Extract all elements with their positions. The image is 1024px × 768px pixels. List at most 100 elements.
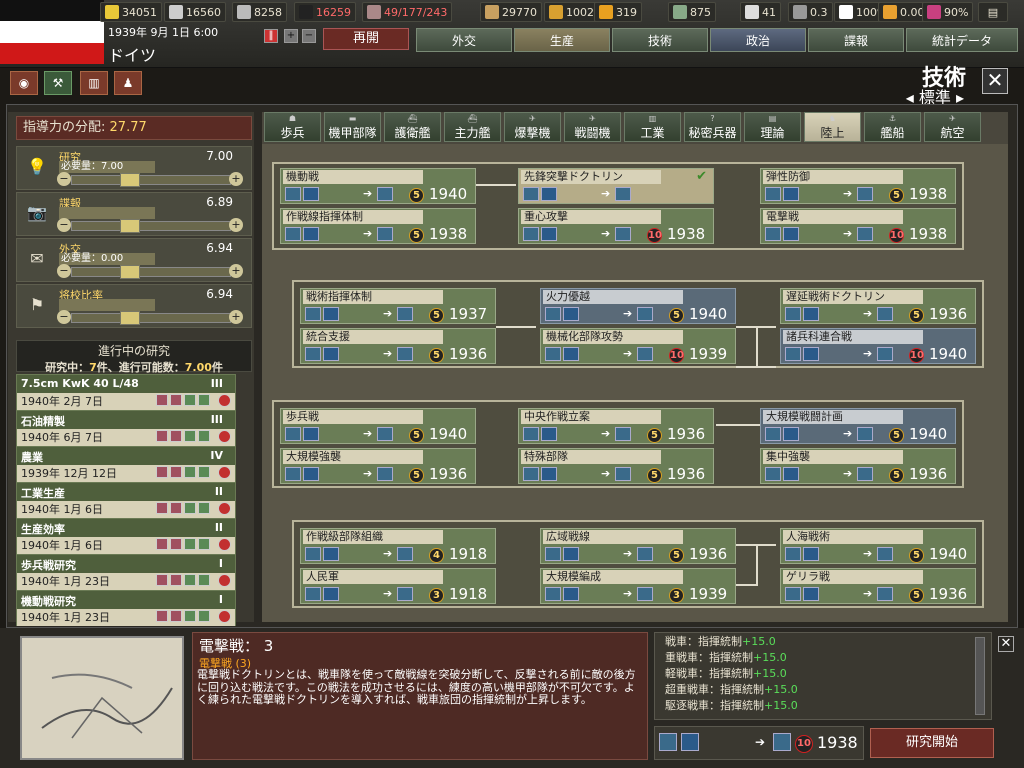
tech-node[interactable]: 先鋒突撃ドクトリン ✔ ➔	[518, 168, 714, 204]
tab-land-doctrine[interactable]: ♞ 陸上	[804, 112, 861, 142]
move-bottom-icon[interactable]	[156, 394, 168, 406]
tech-node[interactable]: 諸兵科連合戦 ➔ 10 1940	[780, 328, 976, 364]
tab-politics[interactable]: 政治	[710, 28, 806, 52]
menu-button[interactable]: ▤	[978, 2, 1008, 22]
move-bottom-icon[interactable]	[156, 610, 168, 622]
move-top-icon[interactable]	[198, 610, 210, 622]
move-down-icon[interactable]	[170, 610, 182, 622]
move-up-icon[interactable]	[184, 574, 196, 586]
effects-scrollbar[interactable]	[975, 637, 985, 715]
tech-node[interactable]: 遅延戦術ドクトリン ➔ 5 1936	[780, 288, 976, 324]
move-top-icon[interactable]	[198, 574, 210, 586]
move-down-icon[interactable]	[170, 394, 182, 406]
decrease-button[interactable]: −	[57, 264, 71, 278]
move-down-icon[interactable]	[170, 466, 182, 478]
tech-node[interactable]: 作戦級部隊組織 ➔ 4 1918	[300, 528, 496, 564]
queue-item[interactable]: 工業生産 II 1940年 1月 6日	[16, 482, 236, 518]
increase-button[interactable]: +	[229, 310, 243, 324]
move-up-icon[interactable]	[184, 466, 196, 478]
tab-production[interactable]: 生産	[514, 28, 610, 52]
decrease-button[interactable]: −	[57, 172, 71, 186]
tech-node[interactable]: 大規模戦闘計画 ➔ 5 1940	[760, 408, 956, 444]
country-flag[interactable]	[0, 0, 104, 64]
tab-infantry[interactable]: ☗ 歩兵	[264, 112, 321, 142]
decrease-button[interactable]: −	[57, 218, 71, 232]
move-top-icon[interactable]	[198, 394, 210, 406]
slider-track[interactable]	[71, 311, 231, 325]
move-bottom-icon[interactable]	[156, 538, 168, 550]
move-down-icon[interactable]	[170, 502, 182, 514]
tab-fighter[interactable]: ✈ 戦闘機	[564, 112, 621, 142]
cancel-icon[interactable]	[218, 394, 231, 407]
move-top-icon[interactable]	[198, 538, 210, 550]
tab-statistics[interactable]: 統計データ	[906, 28, 1018, 52]
slider-knob[interactable]	[120, 265, 140, 279]
move-up-icon[interactable]	[184, 538, 196, 550]
start-research-button[interactable]: 研究開始	[870, 728, 994, 758]
tab-bomber[interactable]: ✈ 爆撃機	[504, 112, 561, 142]
slider-track[interactable]	[71, 219, 231, 233]
slider-knob[interactable]	[120, 173, 140, 187]
radio-button[interactable]: ◉	[10, 71, 38, 95]
units-button[interactable]: ♟	[114, 71, 142, 95]
cancel-icon[interactable]	[218, 538, 231, 551]
queue-item[interactable]: 農業 IV 1939年 12月 12日	[16, 446, 236, 482]
slider-knob[interactable]	[120, 311, 140, 325]
tech-node[interactable]: 火力優越 ➔ 5 1940	[540, 288, 736, 324]
tech-node[interactable]: 弾性防御 ➔ 5 1938	[760, 168, 956, 204]
increase-button[interactable]: +	[229, 172, 243, 186]
move-up-icon[interactable]	[184, 430, 196, 442]
move-down-icon[interactable]	[170, 430, 182, 442]
tech-node[interactable]: 大規模強襲 ➔ 5 1936	[280, 448, 476, 484]
tab-industry[interactable]: ▥ 工業	[624, 112, 681, 142]
queue-item[interactable]: 機動戦研究 I 1940年 1月 23日	[16, 590, 236, 626]
cancel-icon[interactable]	[218, 610, 231, 623]
tech-node[interactable]: 統合支援 ➔ 5 1936	[300, 328, 496, 364]
increase-button[interactable]: +	[229, 218, 243, 232]
move-bottom-icon[interactable]	[156, 430, 168, 442]
decrease-button[interactable]: −	[57, 310, 71, 324]
build-button[interactable]: ⚒	[44, 71, 72, 95]
move-down-icon[interactable]	[170, 574, 182, 586]
move-up-icon[interactable]	[184, 394, 196, 406]
tab-naval-doctrine[interactable]: ⚓ 艦船	[864, 112, 921, 142]
slider-track[interactable]	[71, 173, 231, 187]
tab-intelligence[interactable]: 諜報	[808, 28, 904, 52]
tab-theory[interactable]: ▤ 理論	[744, 112, 801, 142]
cancel-icon[interactable]	[218, 502, 231, 515]
tech-node[interactable]: 戦術指揮体制 ➔ 5 1937	[300, 288, 496, 324]
queue-item[interactable]: 歩兵戦研究 I 1940年 1月 23日	[16, 554, 236, 590]
tech-node[interactable]: 作戦線指揮体制 ➔ 5 1938	[280, 208, 476, 244]
close-button[interactable]: ✕	[982, 68, 1008, 94]
queue-item[interactable]: 7.5cm KwK 40 L/48 III 1940年 2月 7日	[16, 374, 236, 410]
move-top-icon[interactable]	[198, 502, 210, 514]
tech-node[interactable]: 人海戦術 ➔ 5 1940	[780, 528, 976, 564]
tech-node[interactable]: ゲリラ戦 ➔ 5 1936	[780, 568, 976, 604]
detail-close-button[interactable]: ✕	[998, 636, 1014, 652]
move-up-icon[interactable]	[184, 502, 196, 514]
tech-node[interactable]: 人民軍 ➔ 3 1918	[300, 568, 496, 604]
move-bottom-icon[interactable]	[156, 574, 168, 586]
tab-escort[interactable]: ⛴ 護衛艦	[384, 112, 441, 142]
tab-diplomacy[interactable]: 外交	[416, 28, 512, 52]
slider-knob[interactable]	[120, 219, 140, 233]
tab-technology[interactable]: 技術	[612, 28, 708, 52]
move-top-icon[interactable]	[198, 430, 210, 442]
tech-node[interactable]: 重心攻撃 ➔ 10 1938	[518, 208, 714, 244]
tab-secret-weapons[interactable]: ? 秘密兵器	[684, 112, 741, 142]
tech-node[interactable]: 広域戦線 ➔ 5 1936	[540, 528, 736, 564]
move-top-icon[interactable]	[198, 466, 210, 478]
cancel-icon[interactable]	[218, 466, 231, 479]
move-bottom-icon[interactable]	[156, 466, 168, 478]
tab-capital-ship[interactable]: ⛴ 主力艦	[444, 112, 501, 142]
tech-node[interactable]: 集中強襲 ➔ 5 1936	[760, 448, 956, 484]
tech-node-selected[interactable]: 電撃戦 ➔ 10 1938	[760, 208, 956, 244]
move-up-icon[interactable]	[184, 610, 196, 622]
production-button[interactable]: ▥	[80, 71, 108, 95]
move-bottom-icon[interactable]	[156, 502, 168, 514]
pause-button[interactable]: ‖	[264, 29, 278, 43]
tab-armor[interactable]: ▬ 機甲部隊	[324, 112, 381, 142]
move-down-icon[interactable]	[170, 538, 182, 550]
tech-node[interactable]: 歩兵戦 ➔ 5 1940	[280, 408, 476, 444]
speed-down-button[interactable]: −	[302, 29, 316, 43]
